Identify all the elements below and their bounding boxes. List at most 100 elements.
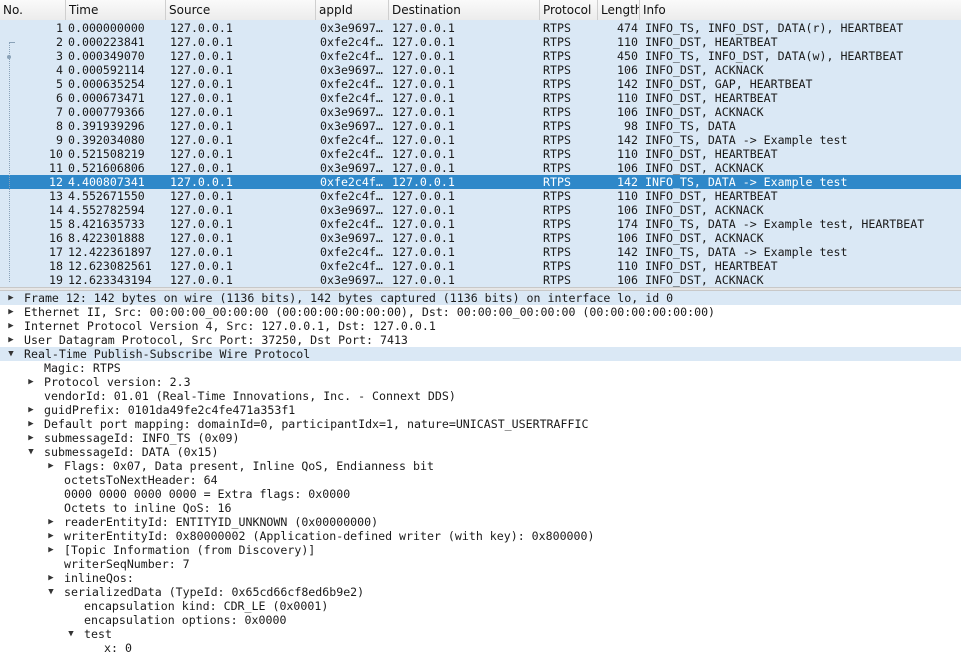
detail-tree-item[interactable]: octetsToNextHeader: 64 [0,473,961,487]
expand-arrow-right-icon[interactable]: ▶ [46,543,56,557]
packet-cell-proto: RTPS [543,273,571,287]
detail-tree-item[interactable]: ▶ inlineQos: [0,571,961,585]
packet-row[interactable]: 3 0.000349070 127.0.0.1 0xfe2c4f… 127.0.0.1 R… [0,49,961,63]
expand-arrow-right-icon[interactable]: ▶ [46,459,56,473]
packet-cell-time: 0.000223841 [68,35,145,49]
detail-tree-label: Ethernet II, Src: 00:00:00_00:00:00 (00:… [24,305,716,319]
detail-tree-item[interactable]: ▶ submessageId: INFO_TS (0x09) [0,431,961,445]
expand-arrow-right-icon[interactable]: ▶ [46,515,56,529]
detail-tree-item[interactable]: ▶ readerEntityId: ENTITYID_UNKNOWN (0x000… [0,515,961,529]
packet-row[interactable]: 15 8.421635733 127.0.0.1 0xfe2c4f… 127.0.0.1… [0,217,961,231]
packet-row[interactable]: 14 4.552782594 127.0.0.1 0x3e9697… 127.0.0.1… [0,203,961,217]
expand-arrow-right-icon[interactable]: ▶ [26,375,36,389]
packet-row[interactable]: 7 0.000779366 127.0.0.1 0x3e9697… 127.0.0.1 R… [0,105,961,119]
packet-row[interactable]: 10 0.521508219 127.0.0.1 0xfe2c4f… 127.0.0.1… [0,147,961,161]
expand-arrow-right-icon[interactable]: ▶ [6,319,16,333]
detail-tree-item[interactable]: ▶ guidPrefix: 0101da49fe2c4fe471a353f1 [0,403,961,417]
column-header-time[interactable]: Time [66,0,166,20]
packet-cell-len: 474 [617,21,638,35]
detail-tree-label: 0000 0000 0000 0000 = Extra flags: 0x000… [64,487,351,501]
detail-tree-item[interactable]: ▼ submessageId: DATA (0x15) [0,445,961,459]
detail-tree-item[interactable]: writerSeqNumber: 7 [0,557,961,571]
packet-cell-src: 127.0.0.1 [170,231,233,245]
detail-tree-label: Flags: 0x07, Data present, Inline QoS, E… [64,459,434,473]
detail-tree-item[interactable]: ▶ Default port mapping: domainId=0, parti… [0,417,961,431]
detail-tree-item[interactable]: x: 0 [0,641,961,655]
detail-tree-label: Frame 12: 142 bytes on wire (1136 bits),… [24,291,674,305]
packet-cell-proto: RTPS [543,119,571,133]
detail-tree-item[interactable]: ▼ Real-Time Publish-Subscribe Wire Protoc… [0,347,961,361]
detail-tree-item[interactable]: ▶ Internet Protocol Version 4, Src: 127.0… [0,319,961,333]
detail-tree-label: serializedData (TypeId: 0x65cd66cf8ed6b9… [64,585,365,599]
packet-row[interactable]: 11 0.521606806 127.0.0.1 0x3e9697… 127.0.0.1… [0,161,961,175]
column-header-appid[interactable]: appId [316,0,389,20]
expand-arrow-right-icon[interactable]: ▶ [6,291,16,305]
packet-cell-info: INFO_DST, HEARTBEAT [645,189,778,203]
packet-row[interactable]: 2 0.000223841 127.0.0.1 0xfe2c4f… 127.0.0.1 R… [0,35,961,49]
packet-cell-proto: RTPS [543,203,571,217]
detail-tree-label: x: 0 [104,641,132,655]
packet-cell-proto: RTPS [543,147,571,161]
detail-tree-item[interactable]: ▶ Frame 12: 142 bytes on wire (1136 bits)… [0,291,961,305]
packet-row[interactable]: 8 0.391939296 127.0.0.1 0x3e9697… 127.0.0.1 R… [0,119,961,133]
detail-tree-item[interactable]: ▼ test [0,627,961,641]
packet-cell-proto: RTPS [543,217,571,231]
packet-cell-info: INFO_DST, ACKNACK [645,161,764,175]
detail-tree-item[interactable]: Octets to inline QoS: 16 [0,501,961,515]
packet-cell-len: 106 [617,63,638,77]
expand-arrow-down-icon[interactable]: ▼ [66,627,76,641]
packet-row[interactable]: 1 0.000000000 127.0.0.1 0x3e9697… 127.0.0.1 R… [0,21,961,35]
expand-arrow-right-icon[interactable]: ▶ [46,529,56,543]
packet-cell-app: 0xfe2c4f… [320,175,383,189]
packet-row[interactable]: 16 8.422301888 127.0.0.1 0x3e9697… 127.0.0.1… [0,231,961,245]
packet-row[interactable]: 4 0.000592114 127.0.0.1 0x3e9697… 127.0.0.1 R… [0,63,961,77]
expand-arrow-right-icon[interactable]: ▶ [26,431,36,445]
packet-cell-len: 450 [617,49,638,63]
packet-row[interactable]: 18 12.623082561 127.0.0.1 0xfe2c4f… 127.0.0.… [0,259,961,273]
packet-row[interactable]: 19 12.623343194 127.0.0.1 0x3e9697… 127.0.0.… [0,273,961,287]
column-header-length[interactable]: Length [598,0,640,20]
expand-arrow-right-icon[interactable]: ▶ [6,305,16,319]
detail-tree-item[interactable]: encapsulation kind: CDR_LE (0x0001) [0,599,961,613]
packet-row[interactable]: 6 0.000673471 127.0.0.1 0xfe2c4f… 127.0.0.1 R… [0,91,961,105]
packet-row[interactable]: 13 4.552671550 127.0.0.1 0xfe2c4f… 127.0.0.1… [0,189,961,203]
detail-tree-item[interactable]: encapsulation options: 0x0000 [0,613,961,627]
packet-row[interactable]: 9 0.392034080 127.0.0.1 0xfe2c4f… 127.0.0.1 R… [0,133,961,147]
detail-tree-item[interactable]: vendorId: 01.01 (Real-Time Innovations, … [0,389,961,403]
packet-cell-dst: 127.0.0.1 [392,161,455,175]
expand-arrow-right-icon[interactable]: ▶ [46,571,56,585]
packet-details-tree[interactable]: ▶ Frame 12: 142 bytes on wire (1136 bits)… [0,291,961,659]
column-header-protocol[interactable]: Protocol [540,0,598,20]
packet-cell-app: 0x3e9697… [320,231,383,245]
detail-tree-item[interactable]: ▶ Flags: 0x07, Data present, Inline QoS, … [0,459,961,473]
packet-row[interactable]: 17 12.422361897 127.0.0.1 0xfe2c4f… 127.0.0.… [0,245,961,259]
detail-tree-item[interactable]: ▶ writerEntityId: 0x80000002 (Application… [0,529,961,543]
column-header-no[interactable]: No. [0,0,66,20]
expand-arrow-right-icon[interactable]: ▶ [26,403,36,417]
packet-cell-app: 0x3e9697… [320,63,383,77]
column-header-source[interactable]: Source [166,0,316,20]
detail-tree-label: submessageId: DATA (0x15) [44,445,219,459]
packet-cell-proto: RTPS [543,259,571,273]
expand-arrow-right-icon[interactable]: ▶ [26,417,36,431]
packet-cell-len: 142 [617,133,638,147]
detail-tree-item[interactable]: 0000 0000 0000 0000 = Extra flags: 0x000… [0,487,961,501]
packet-row[interactable]: 5 0.000635254 127.0.0.1 0xfe2c4f… 127.0.0.1 R… [0,77,961,91]
detail-tree-item[interactable]: ▶ Ethernet II, Src: 00:00:00_00:00:00 (00… [0,305,961,319]
expand-arrow-down-icon[interactable]: ▼ [46,585,56,599]
detail-tree-item[interactable]: ▶ [Topic Information (from Discovery)] [0,543,961,557]
expand-arrow-down-icon[interactable]: ▼ [6,347,16,361]
detail-tree-item[interactable]: ▼ serializedData (TypeId: 0x65cd66cf8ed6b… [0,585,961,599]
detail-tree-item[interactable]: ▶ User Datagram Protocol, Src Port: 37250… [0,333,961,347]
packet-list[interactable]: No. Time Source appId Destination Protoc… [0,0,961,287]
detail-tree-item[interactable]: ▶ Protocol version: 2.3 [0,375,961,389]
packet-row-selected[interactable]: 12 4.400807341 127.0.0.1 0xfe2c4f… 127.0.0.1… [0,175,961,189]
column-header-info[interactable]: Info [640,0,961,20]
detail-tree-item[interactable]: Magic: RTPS [0,361,961,375]
packet-cell-dst: 127.0.0.1 [392,231,455,245]
packet-cell-len: 110 [617,35,638,49]
expand-arrow-down-icon[interactable]: ▼ [26,445,36,459]
expand-arrow-right-icon[interactable]: ▶ [6,333,16,347]
column-header-destination[interactable]: Destination [389,0,540,20]
packet-cell-app: 0xfe2c4f… [320,77,383,91]
